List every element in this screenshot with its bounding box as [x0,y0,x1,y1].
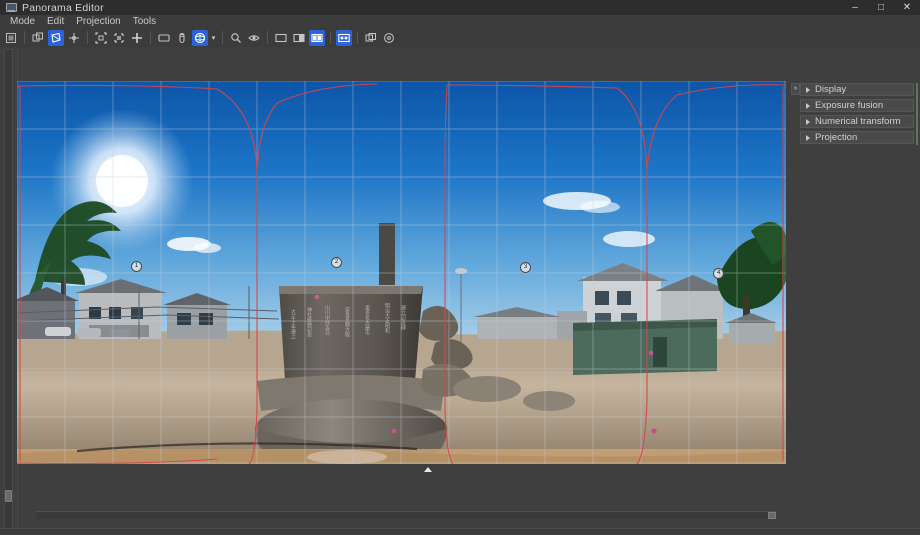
fit-expand-tool[interactable] [93,30,109,46]
move-crosshair-tool[interactable] [66,30,82,46]
chevron-right-icon [806,134,810,141]
dock-section-label: Numerical transform [815,116,901,127]
svg-text:東京名古屋市: 東京名古屋市 [364,304,370,336]
right-dock-panel: Display Exposure fusion Numerical transf… [800,83,918,153]
window-controls: – □ ✕ [842,0,920,15]
horizontal-scrollbar[interactable] [36,511,776,519]
position-triangle-marker[interactable] [424,467,432,472]
dock-section-display[interactable]: Display [800,83,914,96]
dock-section-numerical-transform[interactable]: Numerical transform [800,115,914,128]
dock-section-label: Display [815,84,847,95]
toolbar-separator [24,31,25,44]
toolbar-separator [267,31,268,44]
grab-tool[interactable] [3,30,19,46]
cylinder-shape-tool[interactable] [174,30,190,46]
svg-text:山川中外吉日: 山川中外吉日 [324,304,330,336]
split-pane-layout[interactable] [291,30,307,46]
add-point-tool[interactable] [129,30,145,46]
toolbar-separator [87,31,88,44]
menu-tools[interactable]: Tools [127,15,162,28]
drag-rotate-tool[interactable] [48,29,64,46]
chevron-right-icon [806,118,810,125]
main-toolbar: ▾ [0,28,920,48]
sphere-shape-tool[interactable] [192,29,208,46]
copy-layer-tool[interactable] [30,30,46,46]
dock-section-label: Projection [815,132,858,143]
title-bar: Panorama Editor – □ ✕ [0,0,920,15]
svg-text:明治大正昭和: 明治大正昭和 [384,303,390,334]
window-monitor-icon [5,2,17,13]
stereo-pair-tool[interactable] [336,29,352,46]
eye-icon[interactable] [246,30,262,46]
control-point-marker[interactable]: 1 [131,261,142,272]
shape-dropdown-caret-icon[interactable]: ▾ [209,30,218,46]
control-point-marker[interactable]: 4 [713,268,724,279]
dock-section-label: Exposure fusion [815,100,884,111]
svg-text:神社修繕記念: 神社修繕記念 [306,306,312,337]
gear-circle-icon[interactable] [381,30,397,46]
chevron-right-icon [806,102,810,109]
rectangle-shape-tool[interactable] [156,30,172,46]
panorama-canvas[interactable]: 大正十年建之 神社修繕記念 山川中外吉日 奈良京都大阪 東京名古屋市 明治大正昭… [17,81,786,464]
canvas-area: 大正十年建之 神社修繕記念 山川中外吉日 奈良京都大阪 東京名古屋市 明治大正昭… [0,47,920,534]
vertical-scrollbar-thumb[interactable] [5,490,12,502]
toolbar-separator [222,31,223,44]
control-point-marker[interactable]: 3 [520,262,531,273]
window-title: Panorama Editor [22,1,104,14]
dock-collapse-handle[interactable]: » [791,83,800,95]
minimize-button[interactable]: – [842,0,868,15]
panorama-editor-window: Panorama Editor – □ ✕ Mode Edit Projecti… [0,0,920,535]
stacked-windows-icon[interactable] [363,30,379,46]
dock-section-exposure-fusion[interactable]: Exposure fusion [800,99,914,112]
control-point-marker[interactable]: 2 [331,257,342,268]
toolbar-separator [330,31,331,44]
menu-bar: Mode Edit Projection Tools [0,15,920,28]
panorama-image: 大正十年建之 神社修繕記念 山川中外吉日 奈良京都大阪 東京名古屋市 明治大正昭… [17,81,786,464]
menu-projection[interactable]: Projection [70,15,126,28]
vertical-scrollbar[interactable] [4,49,13,530]
svg-text:奈良京都大阪: 奈良京都大阪 [344,306,350,338]
menu-mode[interactable]: Mode [4,15,41,28]
svg-text:大正十年建之: 大正十年建之 [290,308,296,340]
chevron-right-icon [806,86,810,93]
fit-contract-tool[interactable] [111,30,127,46]
magnifier-icon[interactable] [228,30,244,46]
svg-text:建立記念碑: 建立記念碑 [400,304,406,331]
toolbar-separator [150,31,151,44]
close-button[interactable]: ✕ [894,0,920,15]
menu-edit[interactable]: Edit [41,15,70,28]
dock-section-projection[interactable]: Projection [800,131,914,144]
single-pane-layout[interactable] [273,30,289,46]
horizontal-scrollbar-thumb[interactable] [768,512,776,519]
toolbar-separator [357,31,358,44]
maximize-button[interactable]: □ [868,0,894,15]
dual-pane-layout[interactable] [309,29,325,46]
